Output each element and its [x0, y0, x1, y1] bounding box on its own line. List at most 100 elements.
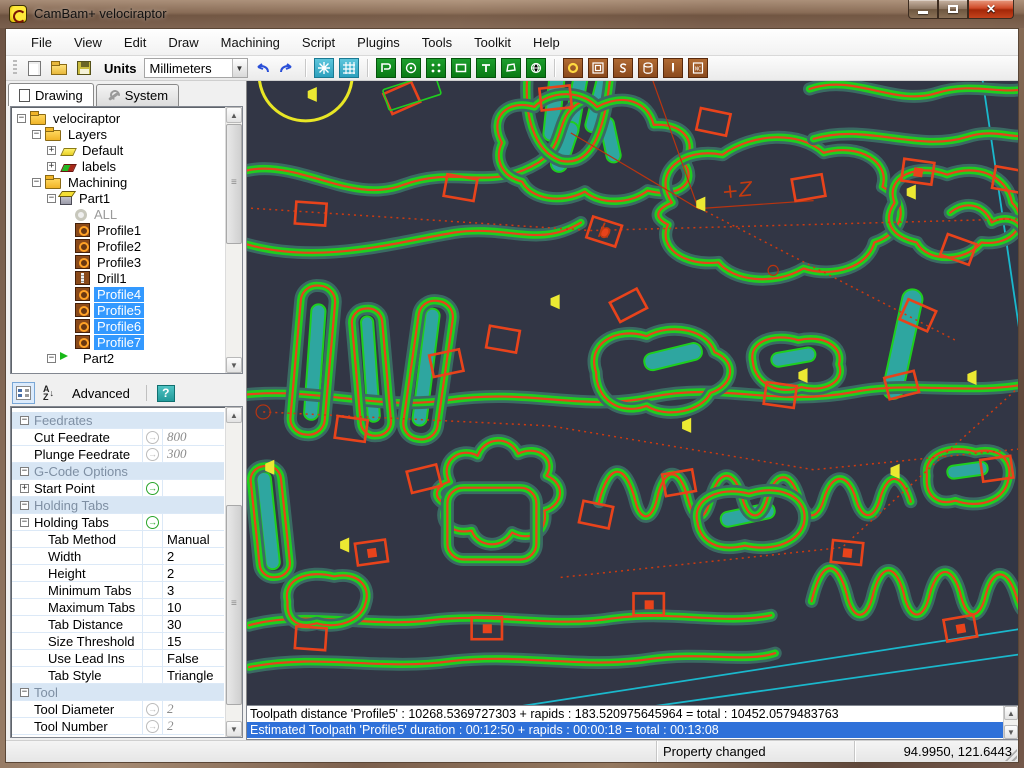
menu-tools[interactable]: Tools [411, 30, 463, 55]
tree-item-label[interactable]: Default [79, 143, 126, 158]
categorized-view-button[interactable] [12, 382, 35, 404]
property-row[interactable]: Maximum Tabs 10 [12, 599, 224, 616]
property-value[interactable]: 10 [167, 600, 181, 615]
tree-item-label[interactable]: Part2 [80, 351, 117, 366]
message-scrollbar[interactable]: ▲ ▼ [1003, 706, 1018, 739]
tree-item-label[interactable]: Profile7 [94, 335, 144, 350]
inherit-arrow-icon[interactable]: → [146, 516, 159, 529]
inherit-arrow-icon[interactable] [146, 533, 159, 546]
draw-polyline-button[interactable] [375, 57, 397, 79]
tree-item[interactable]: Profile4 [13, 286, 224, 302]
property-row[interactable]: −Tool [12, 684, 224, 701]
draw-points-button[interactable] [425, 57, 447, 79]
tree-item-label[interactable]: Profile5 [94, 303, 144, 318]
tree-item[interactable]: Profile7 [13, 334, 224, 350]
menu-script[interactable]: Script [291, 30, 346, 55]
tree-item[interactable]: − Layers [13, 126, 224, 142]
machine-engrave-button[interactable] [612, 57, 634, 79]
draw-surface-button[interactable] [525, 57, 547, 79]
property-row[interactable]: −Feedrates [12, 412, 224, 429]
property-expander[interactable]: − [20, 518, 29, 527]
inherit-arrow-icon[interactable] [146, 414, 159, 427]
tab-drawing[interactable]: Drawing [8, 83, 94, 106]
property-row[interactable]: Tab Distance 30 [12, 616, 224, 633]
tab-system[interactable]: System [96, 84, 179, 106]
tree-item-label[interactable]: labels [79, 159, 119, 174]
inherit-arrow-icon[interactable] [146, 550, 159, 563]
draw-text-button[interactable] [475, 57, 497, 79]
inherit-arrow-icon[interactable] [146, 635, 159, 648]
drawing-canvas[interactable]: +Z b [246, 81, 1018, 705]
toolbar-grip[interactable] [13, 60, 17, 76]
property-row[interactable]: Tool Diameter → 2 [12, 701, 224, 718]
tree-item-label[interactable]: Profile4 [94, 287, 144, 302]
tree-item[interactable]: Profile6 [13, 318, 224, 334]
property-expander[interactable]: − [20, 501, 29, 510]
menu-view[interactable]: View [63, 30, 113, 55]
tree-item[interactable]: Drill1 [13, 270, 224, 286]
tree-expander[interactable]: + [47, 146, 56, 155]
tree-item-label[interactable]: velociraptor [50, 111, 123, 126]
draw-polygon-button[interactable] [500, 57, 522, 79]
minimize-button[interactable] [908, 0, 938, 19]
tree-item[interactable]: Profile5 [13, 302, 224, 318]
property-value[interactable]: Triangle [167, 668, 213, 683]
property-value[interactable]: 2 [167, 549, 174, 564]
menu-plugins[interactable]: Plugins [346, 30, 411, 55]
inherit-arrow-icon[interactable]: → [146, 720, 159, 733]
generate-gcode-button[interactable]: NC [687, 57, 709, 79]
scroll-down-icon[interactable]: ▼ [226, 357, 242, 373]
property-row[interactable]: Tool Number → 2 [12, 718, 224, 735]
tree-expander[interactable]: − [17, 114, 26, 123]
scroll-down-icon[interactable]: ▼ [1004, 725, 1018, 739]
tree-expander[interactable]: + [47, 162, 56, 171]
scroll-down-icon[interactable]: ▼ [226, 721, 242, 737]
undo-button[interactable] [251, 57, 273, 79]
property-value[interactable]: 2 [167, 566, 174, 581]
menu-help[interactable]: Help [522, 30, 571, 55]
tree-item-label[interactable]: Layers [65, 127, 110, 142]
tree-item[interactable]: Profile2 [13, 238, 224, 254]
tree-item[interactable]: + Default [13, 142, 224, 158]
tree-item-label[interactable]: Drill1 [94, 271, 130, 286]
inherit-arrow-icon[interactable] [146, 686, 159, 699]
inherit-arrow-icon[interactable] [146, 567, 159, 580]
property-value[interactable]: 2 [167, 701, 174, 717]
inherit-arrow-icon[interactable] [146, 669, 159, 682]
property-value[interactable]: 300 [167, 446, 187, 462]
property-expander[interactable]: − [20, 416, 29, 425]
tree-expander[interactable]: − [47, 354, 56, 363]
tree-scroll-thumb[interactable] [226, 124, 242, 244]
inherit-arrow-icon[interactable]: → [146, 703, 159, 716]
save-button[interactable] [73, 57, 95, 79]
open-file-button[interactable] [48, 57, 70, 79]
scroll-up-icon[interactable]: ▲ [226, 407, 242, 423]
property-row[interactable]: +Start Point → [12, 480, 224, 497]
menu-draw[interactable]: Draw [157, 30, 209, 55]
tree-item[interactable]: − Part2 [13, 350, 224, 366]
property-row[interactable]: Plunge Feedrate → 300 [12, 446, 224, 463]
property-scroll-thumb[interactable] [226, 505, 242, 705]
snap-point-button[interactable] [313, 57, 335, 79]
property-value[interactable]: Manual [167, 532, 210, 547]
inherit-arrow-icon[interactable]: → [146, 482, 159, 495]
tree-item[interactable]: + labels [13, 158, 224, 174]
alphabetical-sort-button[interactable]: AZ↓ [39, 382, 58, 404]
property-value[interactable]: False [167, 651, 199, 666]
tree-item-label[interactable]: Profile6 [94, 319, 144, 334]
property-row[interactable]: −G-Code Options [12, 463, 224, 480]
inherit-arrow-icon[interactable] [146, 499, 159, 512]
redo-button[interactable] [276, 57, 298, 79]
tree-scrollbar[interactable]: ▲ ▼ [225, 107, 242, 373]
menu-toolkit[interactable]: Toolkit [463, 30, 522, 55]
inherit-arrow-icon[interactable] [146, 465, 159, 478]
inherit-arrow-icon[interactable]: → [146, 448, 159, 461]
tree-item[interactable]: − Part1 [13, 190, 224, 206]
machine-lathe-button[interactable] [637, 57, 659, 79]
tree-item-label[interactable]: Profile1 [94, 223, 144, 238]
maximize-button[interactable] [938, 0, 968, 19]
property-row[interactable]: Tab Method Manual [12, 531, 224, 548]
inherit-arrow-icon[interactable]: → [146, 431, 159, 444]
inherit-arrow-icon[interactable] [146, 584, 159, 597]
property-expander[interactable]: + [20, 484, 29, 493]
